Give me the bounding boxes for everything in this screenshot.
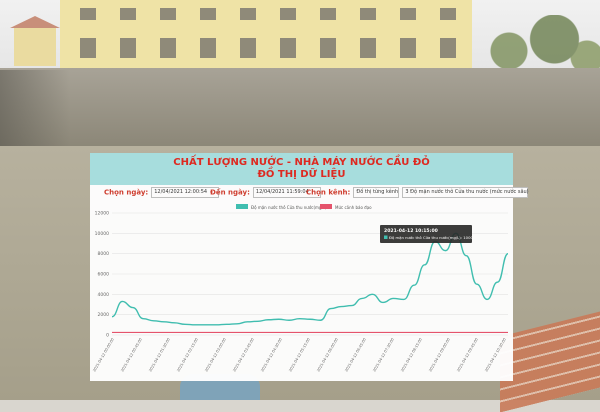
x-tick-label: 2021-04-12 03:45:00 xyxy=(232,337,255,373)
x-tick-label: 2021-04-12 04:30:00 xyxy=(260,337,283,373)
from-date-label: Chọn ngày: xyxy=(104,188,149,197)
trees xyxy=(470,15,600,75)
data-chart-panel: CHẤT LƯỢNG NƯỚC - NHÀ MÁY NƯỚC CẦU ĐỎ ĐỒ… xyxy=(90,153,529,381)
filter-bar: Chọn ngày: 12/04/2021 12:00:54 Đến ngày: 1… xyxy=(90,185,529,200)
x-tick-label: 2021-04-12 06:00:00 xyxy=(316,337,339,373)
y-tick-label: 2000 xyxy=(98,312,110,318)
small-hut xyxy=(10,16,60,66)
x-tick-label: 2021-04-12 00:45:00 xyxy=(120,337,143,373)
to-date-group: Đến ngày: 12/04/2021 11:59:04 xyxy=(210,187,321,198)
salinity-line-chart: 0 2000 4000 6000 8000 10000 12000 2021-04-12 0… xyxy=(92,204,509,373)
salinity-series-line xyxy=(111,232,509,326)
panel-header: CHẤT LƯỢNG NƯỚC - NHÀ MÁY NƯỚC CẦU ĐỎ ĐỒ… xyxy=(90,153,513,185)
x-tick-label: 2021-04-12 07:30:00 xyxy=(372,337,395,373)
x-tick-label: 2021-04-12 09:00:00 xyxy=(428,337,451,373)
legend-label-alarm: Mức cảnh báo đạo xyxy=(335,205,372,210)
legend-swatch-salinity xyxy=(236,204,248,209)
chart-legend: Độ mặn nước thô Cửa thu nước(mg/L) Mức c… xyxy=(236,204,372,210)
x-tick-label: 2021-04-12 03:00:00 xyxy=(204,337,227,373)
x-tick-label: 2021-04-12 01:30:00 xyxy=(148,337,171,373)
tooltip-value: Độ mặn nước thô Cửa thu nước(mg/L): 1000… xyxy=(389,235,476,240)
x-tick-label: 2021-04-12 08:15:00 xyxy=(400,337,423,373)
x-tick-label: 2021-04-12 06:45:00 xyxy=(344,337,367,373)
chart-tooltip: 2021-04-12 10:15:00 Độ mặn nước thô Cửa … xyxy=(380,225,476,243)
y-tick-label: 10000 xyxy=(95,231,109,237)
legend-label-salinity: Độ mặn nước thô Cửa thu nước(mg/L) xyxy=(251,205,327,210)
chart-area: 0 2000 4000 6000 8000 10000 12000 2021-04-12 0… xyxy=(90,201,513,381)
channel-select[interactable]: 3 Độ mặn nước thô Cửa thu nước (mức nước… xyxy=(402,187,529,198)
x-tick-label: 2021-04-12 09:45:00 xyxy=(456,337,479,373)
page-subtitle: ĐỒ THỊ DỮ LIỆU xyxy=(257,169,346,180)
pump-station-building xyxy=(60,0,472,74)
channel-label: Chọn kênh: xyxy=(306,188,351,197)
x-tick-label: 2021-04-12 10:30:00 xyxy=(484,337,507,373)
legend-swatch-alarm xyxy=(320,204,332,209)
y-tick-label: 6000 xyxy=(98,272,110,278)
y-tick-label: 12000 xyxy=(95,211,109,217)
x-tick-label: 2021-04-12 02:15:00 xyxy=(176,337,199,373)
from-date-group: Chọn ngày: 12/04/2021 12:00:54 xyxy=(104,187,220,198)
tooltip-time: 2021-04-12 10:15:00 xyxy=(384,228,438,234)
x-tick-label: 2021-04-12 05:15:00 xyxy=(288,337,311,373)
y-tick-label: 8000 xyxy=(98,251,110,257)
channel-group: Chọn kênh: Đồ thị từng kênh 3 Độ mặn nước … xyxy=(306,187,529,198)
y-tick-label: 0 xyxy=(106,333,109,339)
y-tick-label: 4000 xyxy=(98,292,110,298)
stone-embankment xyxy=(0,68,600,146)
chart-mode-select[interactable]: Đồ thị từng kênh xyxy=(353,187,400,198)
x-tick-label: 2021-04-12 00:00:00 xyxy=(92,337,115,373)
to-date-label: Đến ngày: xyxy=(210,188,250,197)
page-title: CHẤT LƯỢNG NƯỚC - NHÀ MÁY NƯỚC CẦU ĐỎ xyxy=(173,157,430,168)
